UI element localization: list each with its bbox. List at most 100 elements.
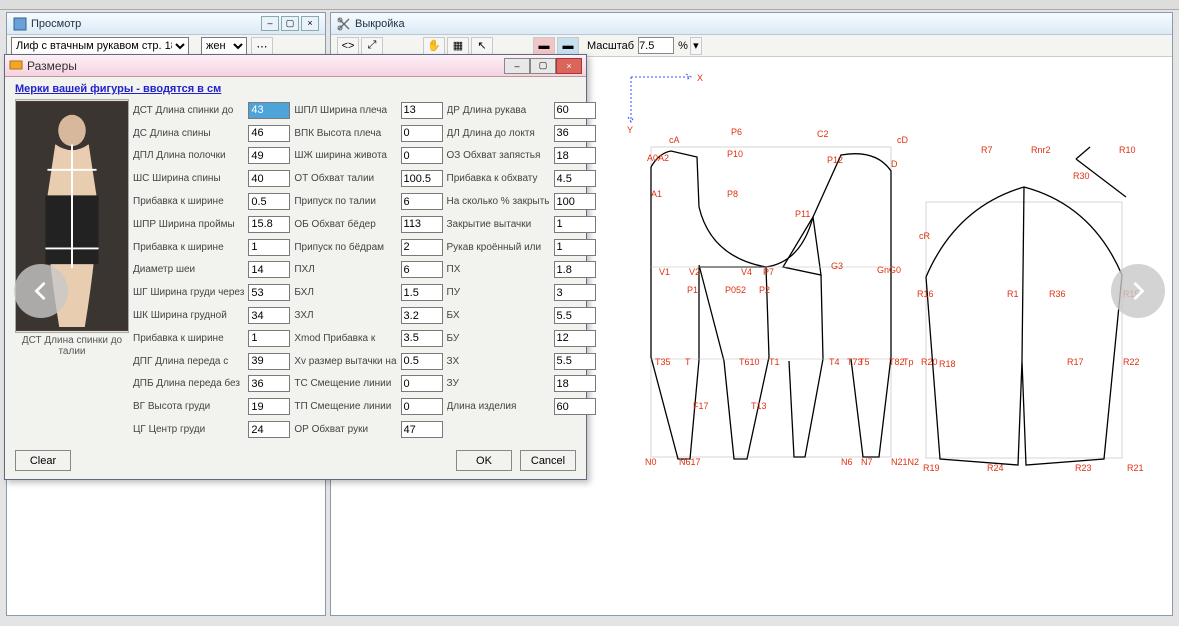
field-input[interactable] — [248, 330, 290, 347]
field-row: ЗУ — [447, 373, 596, 396]
field-label: БХЛ — [294, 287, 396, 298]
field-input[interactable] — [248, 102, 290, 119]
field-input[interactable] — [554, 353, 596, 370]
field-input[interactable] — [401, 193, 443, 210]
field-input[interactable] — [401, 307, 443, 324]
preview-minimize[interactable]: – — [261, 16, 279, 31]
field-input[interactable] — [248, 284, 290, 301]
field-input[interactable] — [554, 330, 596, 347]
dialog-minimize[interactable]: – — [504, 58, 530, 74]
field-label: Закрытие вытачки — [447, 219, 550, 230]
field-input[interactable] — [401, 353, 443, 370]
field-input[interactable] — [554, 216, 596, 233]
tool-cursor[interactable]: ↖ — [471, 37, 493, 55]
field-label: ОЗ Обхват запястья — [447, 150, 550, 161]
svg-text:N21N2: N21N2 — [891, 457, 919, 467]
svg-text:N7: N7 — [861, 457, 873, 467]
field-input[interactable] — [401, 125, 443, 142]
field-input[interactable] — [401, 375, 443, 392]
field-input[interactable] — [248, 307, 290, 324]
field-input[interactable] — [554, 284, 596, 301]
field-input[interactable] — [401, 284, 443, 301]
svg-text:T13: T13 — [751, 401, 767, 411]
field-input[interactable] — [248, 125, 290, 142]
field-input[interactable] — [401, 239, 443, 256]
svg-text:R30: R30 — [1073, 171, 1090, 181]
cancel-button[interactable]: Cancel — [520, 450, 576, 471]
pattern-titlebar[interactable]: Выкройка — [331, 13, 1172, 35]
tool-hand[interactable]: ✋ — [423, 37, 445, 55]
preview-maximize[interactable]: ▢ — [281, 16, 299, 31]
preview-titlebar[interactable]: Просмотр – ▢ × — [7, 13, 325, 35]
field-input[interactable] — [554, 125, 596, 142]
field-row: ДПБ Длина переда без — [133, 373, 290, 396]
field-label: Прибавка к ширине — [133, 196, 244, 207]
nav-prev-button[interactable] — [14, 264, 68, 318]
field-input[interactable] — [554, 375, 596, 392]
tool-layer2[interactable]: ▬ — [557, 37, 579, 55]
preview-close[interactable]: × — [301, 16, 319, 31]
field-input[interactable] — [248, 193, 290, 210]
svg-text:D: D — [891, 159, 898, 169]
app-toolbar — [0, 0, 1179, 10]
field-row: ДПЛ Длина полочки — [133, 145, 290, 168]
field-input[interactable] — [248, 216, 290, 233]
gender-select[interactable]: жен — [201, 37, 247, 56]
field-input[interactable] — [401, 398, 443, 415]
tool-select[interactable]: <> — [337, 37, 359, 55]
clear-button[interactable]: Clear — [15, 450, 71, 471]
measurements-help-link[interactable]: Мерки вашей фигуры - вводятся в см — [15, 83, 221, 95]
field-input[interactable] — [401, 102, 443, 119]
field-input[interactable] — [554, 307, 596, 324]
field-input[interactable] — [248, 239, 290, 256]
field-input[interactable] — [554, 398, 596, 415]
field-row: Прибавка к обхвату — [447, 167, 596, 190]
svg-text:N0: N0 — [645, 457, 657, 467]
field-input[interactable] — [248, 170, 290, 187]
field-input[interactable] — [554, 170, 596, 187]
dialog-titlebar[interactable]: Размеры – ▢ × — [5, 55, 586, 77]
svg-text:V2: V2 — [689, 267, 700, 277]
field-input[interactable] — [554, 147, 596, 164]
svg-text:R23: R23 — [1075, 463, 1092, 473]
field-input[interactable] — [248, 261, 290, 278]
tool-grid[interactable]: ▦ — [447, 37, 469, 55]
field-input[interactable] — [554, 102, 596, 119]
field-input[interactable] — [401, 147, 443, 164]
field-input[interactable] — [401, 261, 443, 278]
field-row: Прибавка к ширине — [133, 190, 290, 213]
field-input[interactable] — [554, 239, 596, 256]
field-label: Прибавка к ширине — [133, 242, 244, 253]
field-row: ПУ — [447, 281, 596, 304]
scale-input[interactable] — [638, 37, 674, 54]
field-input[interactable] — [248, 398, 290, 415]
field-input[interactable] — [248, 375, 290, 392]
field-input[interactable] — [554, 261, 596, 278]
dialog-close[interactable]: × — [556, 58, 582, 74]
field-row: ШС Ширина спины — [133, 167, 290, 190]
scale-dropdown[interactable]: ▾ — [690, 37, 702, 55]
dialog-maximize[interactable]: ▢ — [530, 58, 556, 74]
tool-layer1[interactable]: ▬ — [533, 37, 555, 55]
svg-text:R19: R19 — [923, 463, 940, 473]
svg-text:R18: R18 — [939, 359, 956, 369]
field-input[interactable] — [248, 353, 290, 370]
field-input[interactable] — [248, 147, 290, 164]
field-label: ШЖ ширина живота — [294, 150, 396, 161]
field-label: ДР Длина рукава — [447, 105, 550, 116]
field-row: ВПК Высота плеча — [294, 122, 442, 145]
field-input[interactable] — [401, 216, 443, 233]
document-select[interactable]: Лиф с втачным рукавом стр. 181-225 — [11, 37, 189, 56]
field-input[interactable] — [401, 330, 443, 347]
tool-zoomfit[interactable]: ⤢ — [361, 37, 383, 55]
field-input[interactable] — [248, 421, 290, 438]
field-input[interactable] — [554, 193, 596, 210]
field-label: ШК Ширина грудной — [133, 310, 244, 321]
svg-text:Rnr2: Rnr2 — [1031, 145, 1051, 155]
field-input[interactable] — [401, 170, 443, 187]
field-input[interactable] — [401, 421, 443, 438]
ok-button[interactable]: OK — [456, 450, 512, 471]
svg-text:G3: G3 — [831, 261, 843, 271]
preview-extra-btn[interactable]: ⋯ — [251, 37, 273, 55]
nav-next-button[interactable] — [1111, 264, 1165, 318]
